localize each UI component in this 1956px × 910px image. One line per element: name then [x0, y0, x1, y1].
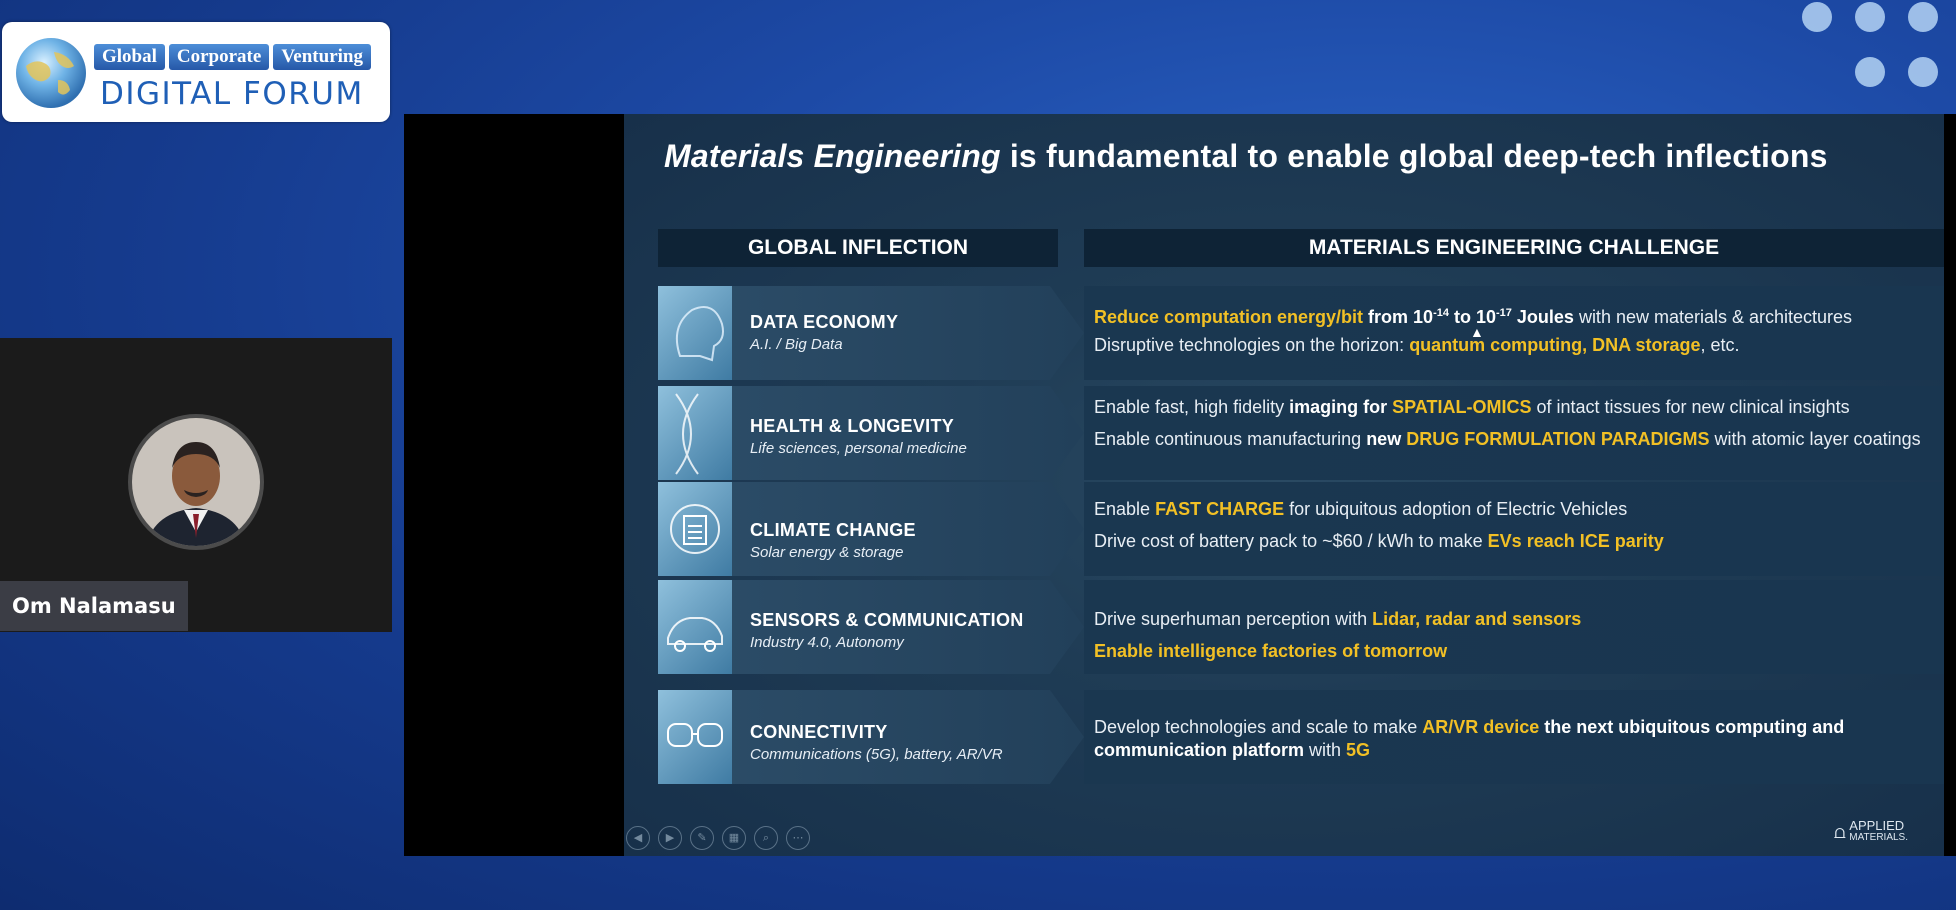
- challenge-line: Enable continuous manufacturing new DRUG…: [1094, 429, 1921, 449]
- inflection-title: HEALTH & LONGEVITY: [750, 416, 955, 436]
- presentation-slide: Materials Engineering is fundamental to …: [624, 114, 1944, 856]
- decor-dot: [1908, 57, 1938, 87]
- logo-tag-venturing: Venturing: [273, 44, 371, 70]
- event-logo: Global Corporate Venturing DIGITAL FORUM: [2, 22, 390, 122]
- challenge-row: Enable fast, high fidelity imaging for S…: [1084, 386, 1944, 480]
- challenge-line: Drive cost of battery pack to ~$60 / kWh…: [1094, 531, 1664, 551]
- slideshow-controls: ◀ ▶ ✎ ▦ ⌕ ⋯: [626, 826, 810, 850]
- inflection-subtitle: Life sciences, personal medicine: [750, 440, 967, 457]
- challenge-line: Reduce computation energy/bit from 10-14…: [1094, 307, 1853, 327]
- brand-line2: MATERIALS.: [1849, 832, 1908, 843]
- decor-dot: [1855, 2, 1885, 32]
- inflection-row: SENSORS & COMMUNICATION Industry 4.0, Au…: [658, 580, 1084, 674]
- challenge-line: Enable intelligence factories of tomorro…: [1094, 641, 1448, 661]
- applied-materials-logo: ⩍ APPLIED MATERIALS.: [1833, 818, 1908, 844]
- left-column-header: GLOBAL INFLECTION: [658, 229, 1058, 267]
- brain-icon: [676, 306, 724, 362]
- inflection-title: CLIMATE CHANGE: [750, 520, 916, 540]
- inflection-row: HEALTH & LONGEVITY Life sciences, person…: [658, 386, 1084, 480]
- dna-icon: [675, 393, 699, 475]
- challenge-row: Develop technologies and scale to make A…: [1084, 690, 1944, 784]
- next-slide-icon[interactable]: ▶: [658, 826, 682, 850]
- inflection-subtitle: Industry 4.0, Autonomy: [750, 634, 904, 651]
- speaker-name: Om Nalamasu: [0, 581, 188, 631]
- brand-line1: APPLIED: [1849, 818, 1905, 833]
- slides-grid-icon[interactable]: ▦: [722, 826, 746, 850]
- slide-title-emphasis: Materials Engineering: [664, 138, 1001, 174]
- challenge-line: Disruptive technologies on the horizon: …: [1094, 335, 1740, 355]
- challenge-line: Enable fast, high fidelity imaging for S…: [1094, 397, 1850, 417]
- logo-tag-corporate: Corporate: [168, 44, 270, 70]
- brand-mark-icon: ⩍: [1833, 822, 1846, 842]
- inflection-subtitle: Communications (5G), battery, AR/VR: [750, 746, 1003, 763]
- inflection-title: DATA ECONOMY: [750, 312, 899, 332]
- car-icon: [667, 617, 723, 652]
- ar-glasses-icon: [667, 723, 723, 747]
- speaker-video-tile[interactable]: Om Nalamasu: [0, 338, 392, 632]
- inflection-row: CLIMATE CHANGE Solar energy & storage: [658, 482, 1084, 576]
- inflection-row: CONNECTIVITY Communications (5G), batter…: [658, 690, 1084, 784]
- speaker-avatar: [128, 414, 264, 550]
- challenge-line: Enable FAST CHARGE for ubiquitous adopti…: [1094, 499, 1628, 519]
- right-column-header: MATERIALS ENGINEERING CHALLENGE: [1084, 229, 1944, 267]
- decor-dot: [1908, 2, 1938, 32]
- inflection-subtitle: A.I. / Big Data: [750, 336, 843, 353]
- more-options-icon[interactable]: ⋯: [786, 826, 810, 850]
- inflection-row: DATA ECONOMY A.I. / Big Data: [658, 286, 1084, 380]
- globe-icon: [16, 38, 86, 108]
- battery-icon: [670, 504, 720, 554]
- slide-title: Materials Engineering is fundamental to …: [664, 138, 1828, 175]
- pen-icon[interactable]: ✎: [690, 826, 714, 850]
- challenge-row: Enable FAST CHARGE for ubiquitous adopti…: [1084, 482, 1944, 576]
- inflection-subtitle: Solar energy & storage: [750, 544, 904, 561]
- challenge-line: Develop technologies and scale to make A…: [1094, 717, 1845, 760]
- person-icon: [132, 418, 260, 546]
- inflection-title: CONNECTIVITY: [750, 722, 888, 742]
- zoom-icon[interactable]: ⌕: [754, 826, 778, 850]
- decor-dot: [1855, 57, 1885, 87]
- mouse-cursor-icon: ▲: [1470, 324, 1484, 340]
- slide-title-text: is fundamental to enable global deep-tec…: [1000, 138, 1828, 174]
- logo-title: DIGITAL FORUM: [100, 76, 364, 112]
- challenge-line: Drive superhuman perception with Lidar, …: [1094, 609, 1582, 629]
- challenge-row: Drive superhuman perception with Lidar, …: [1084, 580, 1944, 674]
- inflection-title: SENSORS & COMMUNICATION: [750, 610, 1024, 630]
- challenge-row: Reduce computation energy/bit from 10-14…: [1084, 286, 1944, 380]
- previous-slide-icon[interactable]: ◀: [626, 826, 650, 850]
- logo-tag-global: Global: [94, 44, 165, 70]
- decor-dot: [1802, 2, 1832, 32]
